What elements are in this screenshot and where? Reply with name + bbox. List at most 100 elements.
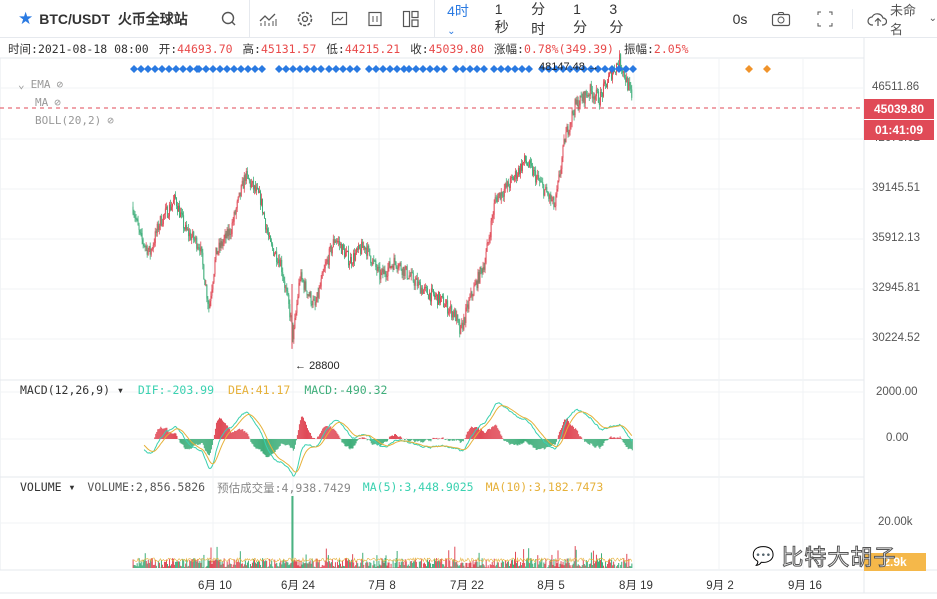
volume-bar [276,563,278,568]
macd-bar [445,439,447,440]
volume-bar [482,563,484,568]
candle-body [231,222,233,234]
volume-bar [490,564,492,568]
macd-bar [569,423,571,439]
macd-bar [335,431,337,439]
candle-body [237,196,239,202]
event-marker [303,65,311,73]
candle-body [594,96,596,100]
volume-bar [267,567,269,568]
volume-bar [543,562,545,568]
candle-body [418,281,420,283]
candle-body [561,157,563,169]
overlay-ema[interactable]: ⌄ EMA ⊘ [18,78,63,91]
macd-bar [534,439,536,448]
eye-off-icon[interactable]: ⊘ [107,114,114,127]
macd-bar [533,439,535,448]
candle-body [544,189,546,196]
macd-title[interactable]: MACD(12,26,9) ▾ [20,383,124,397]
volume-title[interactable]: VOLUME ▾ [20,480,75,496]
candle-body [511,177,513,179]
candle-body [218,242,220,252]
macd-bar [338,435,340,439]
volume-bar [220,564,222,568]
candle-body [322,271,324,273]
volume-bar [577,564,579,568]
volume-bar [165,559,167,568]
macd-bar [241,429,243,439]
candle-body [474,284,476,287]
candle-body [456,314,458,322]
macd-bar [461,439,463,442]
candle-body [586,95,588,97]
candle-body [374,260,376,262]
candle-body [161,224,163,226]
candle-body [480,267,482,270]
volume-bar [537,555,539,568]
volume-bar [473,564,475,568]
candle-body [599,92,601,106]
volume-bar [333,566,335,568]
macd-bar [467,431,469,439]
candle-body [148,246,150,251]
volume-bar [496,562,498,568]
volume-bar [462,562,464,568]
volume-bar [579,566,581,568]
macd-bar [615,438,617,439]
candle-body [152,245,154,249]
eye-off-icon[interactable]: ⊘ [54,96,61,109]
volume-bar [186,559,188,568]
volume-bar [291,496,293,568]
candle-body [196,237,198,249]
macd-bar [381,439,383,444]
candle-body [521,163,523,171]
candle-body [177,206,179,212]
candle-body [572,111,574,114]
candle-body [316,292,318,303]
macd-bar [587,439,589,444]
macd-bar [415,439,417,442]
volume-bar [244,560,246,568]
volume-bar [476,561,478,568]
volume-bar [216,546,218,568]
macd-bar [605,439,607,441]
volume-bar [504,560,506,568]
candle-body [437,294,439,305]
volume-bar [374,564,376,568]
volume-bar [141,565,143,568]
macd-bar [388,436,390,439]
macd-bar [598,439,600,448]
macd-bar [599,439,601,449]
candle-body [504,183,506,189]
candle-body [314,300,316,306]
candle-body [388,261,390,268]
volume-bar [224,566,226,568]
candle-body [178,205,180,212]
volume-bar [544,563,546,568]
volume-bar [343,565,345,568]
macd-bar [436,437,438,439]
eye-off-icon[interactable]: ⊘ [57,78,64,91]
macd-bar [351,439,353,449]
macd-bar [576,429,578,439]
candle-body [263,212,265,214]
volume-bar [268,566,270,568]
volume-bar [166,564,168,568]
candle-body [195,237,197,240]
macd-bar [199,439,201,445]
candle-body [479,267,481,283]
volume-bar [305,554,307,568]
volume-bar [465,562,467,568]
candle-body [485,251,487,263]
candle-body [436,294,437,296]
candle-body [406,266,408,279]
volume-bar [479,565,481,568]
overlay-ma[interactable]: MA ⊘ [35,96,61,109]
candle-body [205,285,207,287]
candle-body [324,264,326,269]
volume-bar [366,561,368,568]
overlay-boll[interactable]: BOLL(20,2) ⊘ [35,114,114,127]
macd-bar [552,439,554,445]
price-chart[interactable] [0,0,937,599]
macd-bar [622,439,624,443]
